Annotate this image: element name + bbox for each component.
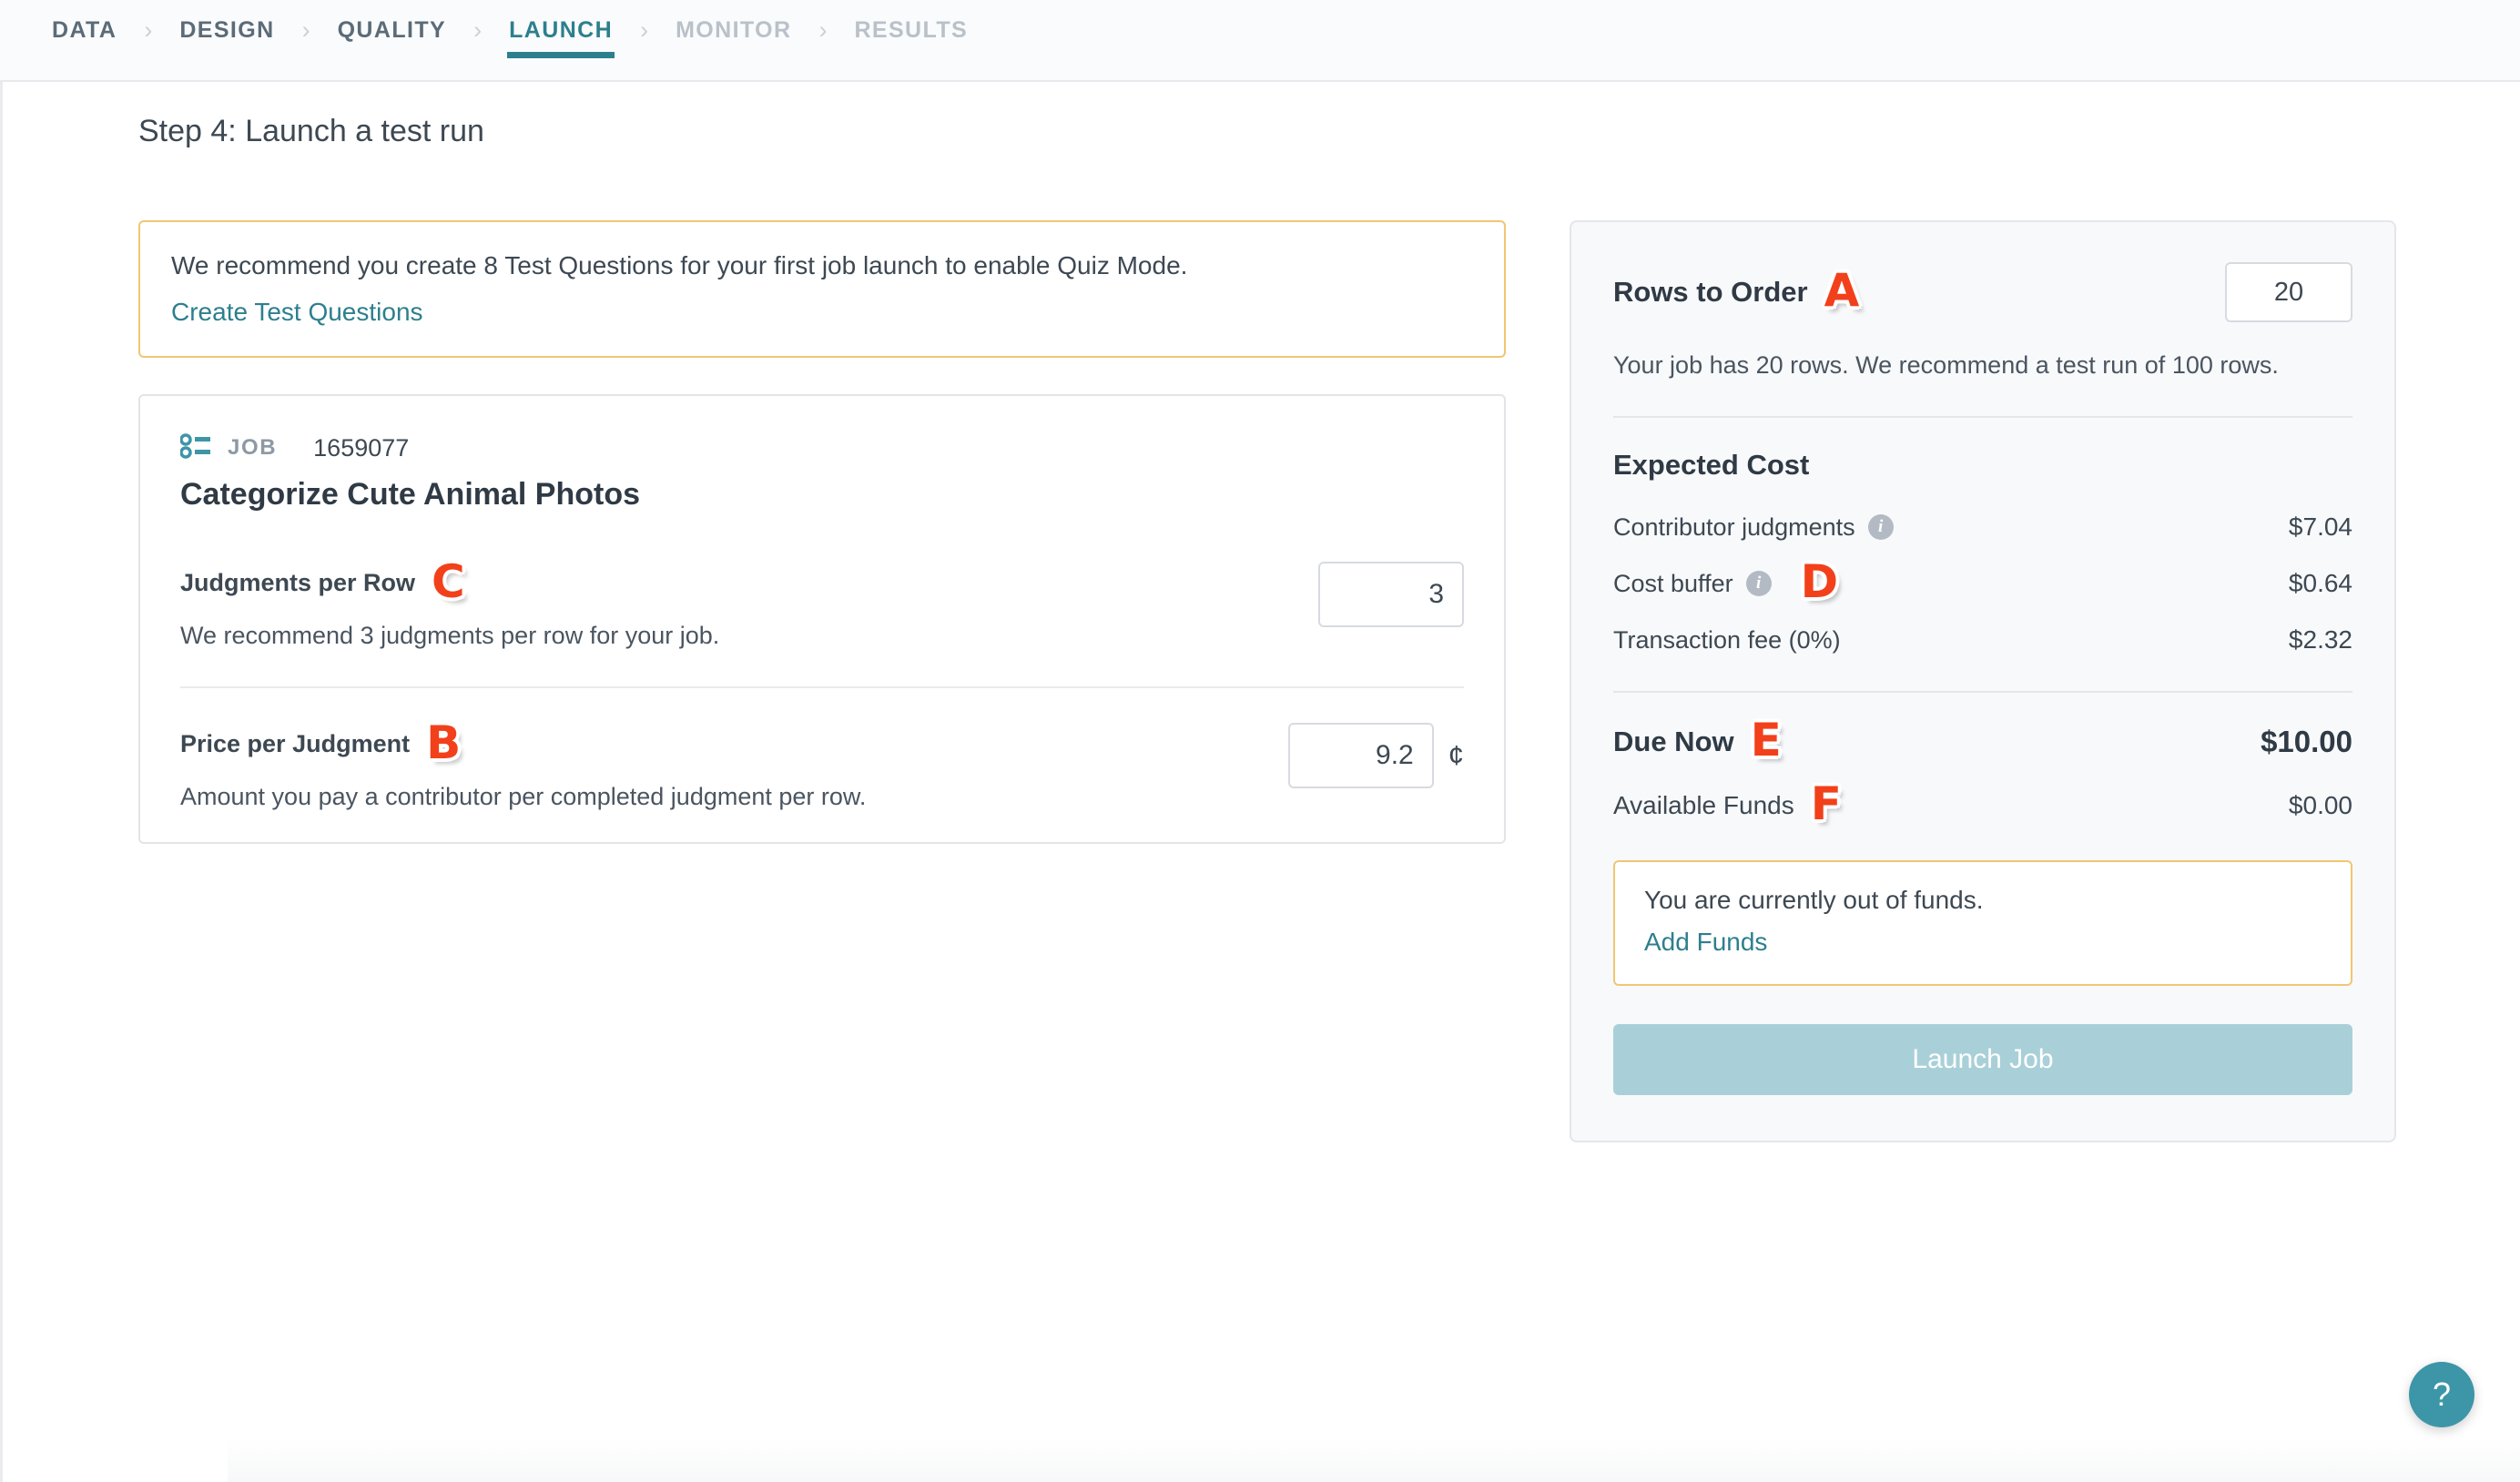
bottom-shade xyxy=(228,1438,2520,1482)
job-badge-label: JOB xyxy=(228,435,277,461)
breadcrumb-item-quality[interactable]: QUALITY xyxy=(336,19,449,62)
judgments-per-row-label: Judgments per Row C xyxy=(180,565,719,602)
left-column: We recommend you create 8 Test Questions… xyxy=(138,220,1506,844)
help-button[interactable]: ? xyxy=(2409,1362,2474,1427)
breadcrumb-separator: › xyxy=(640,16,648,65)
job-title: Categorize Cute Animal Photos xyxy=(180,477,1464,513)
cost-value: $7.04 xyxy=(2289,513,2352,542)
info-icon[interactable]: i xyxy=(1868,514,1894,540)
annotation-marker-b: B xyxy=(426,725,461,761)
breadcrumb-item-design[interactable]: DESIGN xyxy=(178,19,276,62)
rows-to-order-note: Your job has 20 rows. We recommend a tes… xyxy=(1613,351,2352,380)
breadcrumb-item-monitor[interactable]: MONITOR xyxy=(674,19,793,62)
breadcrumb-item-launch[interactable]: LAUNCH xyxy=(507,19,615,62)
judgments-per-row-control xyxy=(1318,562,1464,627)
rows-to-order-row: Rows to Order A xyxy=(1613,262,2352,322)
page-title: Step 4: Launch a test run xyxy=(138,114,484,149)
rows-to-order-input[interactable] xyxy=(2225,262,2352,322)
price-per-judgment-help: Amount you pay a contributor per complet… xyxy=(180,783,866,811)
cost-label: Cost buffer i D xyxy=(1613,565,1838,602)
price-per-judgment-label-text: Price per Judgment xyxy=(180,730,410,758)
due-now-row: Due Now E $10.00 xyxy=(1613,724,2352,760)
info-icon[interactable]: i xyxy=(1746,571,1772,596)
judgments-per-row-field: Judgments per Row C We recommend 3 judgm… xyxy=(180,562,1464,650)
cost-row-transaction-fee: Transaction fee (0%) $2.32 xyxy=(1613,625,2352,655)
price-per-judgment-field: Price per Judgment B Amount you pay a co… xyxy=(180,723,1464,811)
job-header: JOB 1659077 xyxy=(180,432,1464,464)
annotation-marker-d: D xyxy=(1801,563,1839,600)
list-icon xyxy=(180,432,211,464)
cost-label-text: Cost buffer xyxy=(1613,570,1733,598)
breadcrumb-separator: › xyxy=(302,16,310,65)
step-breadcrumb-nav: DATA › DESIGN › QUALITY › LAUNCH › MONIT… xyxy=(0,0,2520,82)
panel-divider xyxy=(1613,416,2352,418)
cost-label: Transaction fee (0%) xyxy=(1613,626,1841,655)
out-of-funds-text: You are currently out of funds. xyxy=(1644,886,2322,915)
breadcrumb-item-results[interactable]: RESULTS xyxy=(852,19,970,62)
panel-divider xyxy=(1613,691,2352,693)
breadcrumb-separator: › xyxy=(473,16,482,65)
rows-to-order-label-text: Rows to Order xyxy=(1613,276,1808,309)
cost-label-text: Transaction fee (0%) xyxy=(1613,626,1841,655)
launch-job-button[interactable]: Launch Job xyxy=(1613,1024,2352,1095)
available-funds-label-text: Available Funds xyxy=(1613,791,1794,820)
job-settings-card: JOB 1659077 Categorize Cute Animal Photo… xyxy=(138,394,1506,844)
annotation-marker-e: E xyxy=(1751,722,1782,758)
cost-row-contributor-judgments: Contributor judgments i $7.04 xyxy=(1613,513,2352,542)
annotation-marker-c: C xyxy=(432,563,465,600)
field-divider xyxy=(180,686,1464,688)
judgments-per-row-label-text: Judgments per Row xyxy=(180,569,415,597)
available-funds-label: Available Funds F xyxy=(1613,787,1842,824)
breadcrumb-separator: › xyxy=(818,16,827,65)
price-per-judgment-control: ¢ xyxy=(1288,723,1464,788)
judgments-per-row-info: Judgments per Row C We recommend 3 judgm… xyxy=(180,562,719,650)
due-now-value: $10.00 xyxy=(2261,725,2352,759)
cost-value: $0.64 xyxy=(2289,569,2352,598)
window-left-edge xyxy=(0,0,3,1482)
expected-cost-title: Expected Cost xyxy=(1613,449,2352,482)
add-funds-link[interactable]: Add Funds xyxy=(1644,928,1767,957)
notice-text: We recommend you create 8 Test Questions… xyxy=(171,248,1473,285)
price-per-judgment-label: Price per Judgment B xyxy=(180,726,866,763)
launch-step-page: DATA › DESIGN › QUALITY › LAUNCH › MONIT… xyxy=(0,0,2520,1482)
annotation-marker-f: F xyxy=(1811,786,1842,822)
price-per-judgment-input[interactable] xyxy=(1288,723,1434,788)
available-funds-row: Available Funds F $0.00 xyxy=(1613,787,2352,824)
available-funds-value: $0.00 xyxy=(2289,791,2352,820)
due-now-label: Due Now E xyxy=(1613,724,1782,760)
price-per-judgment-info: Price per Judgment B Amount you pay a co… xyxy=(180,723,866,811)
job-id: 1659077 xyxy=(313,434,409,462)
judgments-per-row-input[interactable] xyxy=(1318,562,1464,627)
cost-value: $2.32 xyxy=(2289,625,2352,655)
annotation-marker-a: A xyxy=(1824,272,1860,309)
breadcrumb-item-data[interactable]: DATA xyxy=(50,19,118,62)
test-questions-notice: We recommend you create 8 Test Questions… xyxy=(138,220,1506,358)
cost-label: Contributor judgments i xyxy=(1613,513,1894,542)
question-mark-icon: ? xyxy=(2433,1375,2451,1414)
cost-label-text: Contributor judgments xyxy=(1613,513,1855,542)
order-summary-panel: Rows to Order A Your job has 20 rows. We… xyxy=(1570,220,2396,1142)
cent-symbol: ¢ xyxy=(1448,739,1464,772)
judgments-per-row-help: We recommend 3 judgments per row for you… xyxy=(180,622,719,650)
cost-row-cost-buffer: Cost buffer i D $0.64 xyxy=(1613,565,2352,602)
breadcrumb-separator: › xyxy=(144,16,152,65)
due-now-label-text: Due Now xyxy=(1613,726,1734,758)
out-of-funds-alert: You are currently out of funds. Add Fund… xyxy=(1613,860,2352,986)
create-test-questions-link[interactable]: Create Test Questions xyxy=(171,298,423,327)
rows-to-order-label: Rows to Order A xyxy=(1613,274,1859,310)
